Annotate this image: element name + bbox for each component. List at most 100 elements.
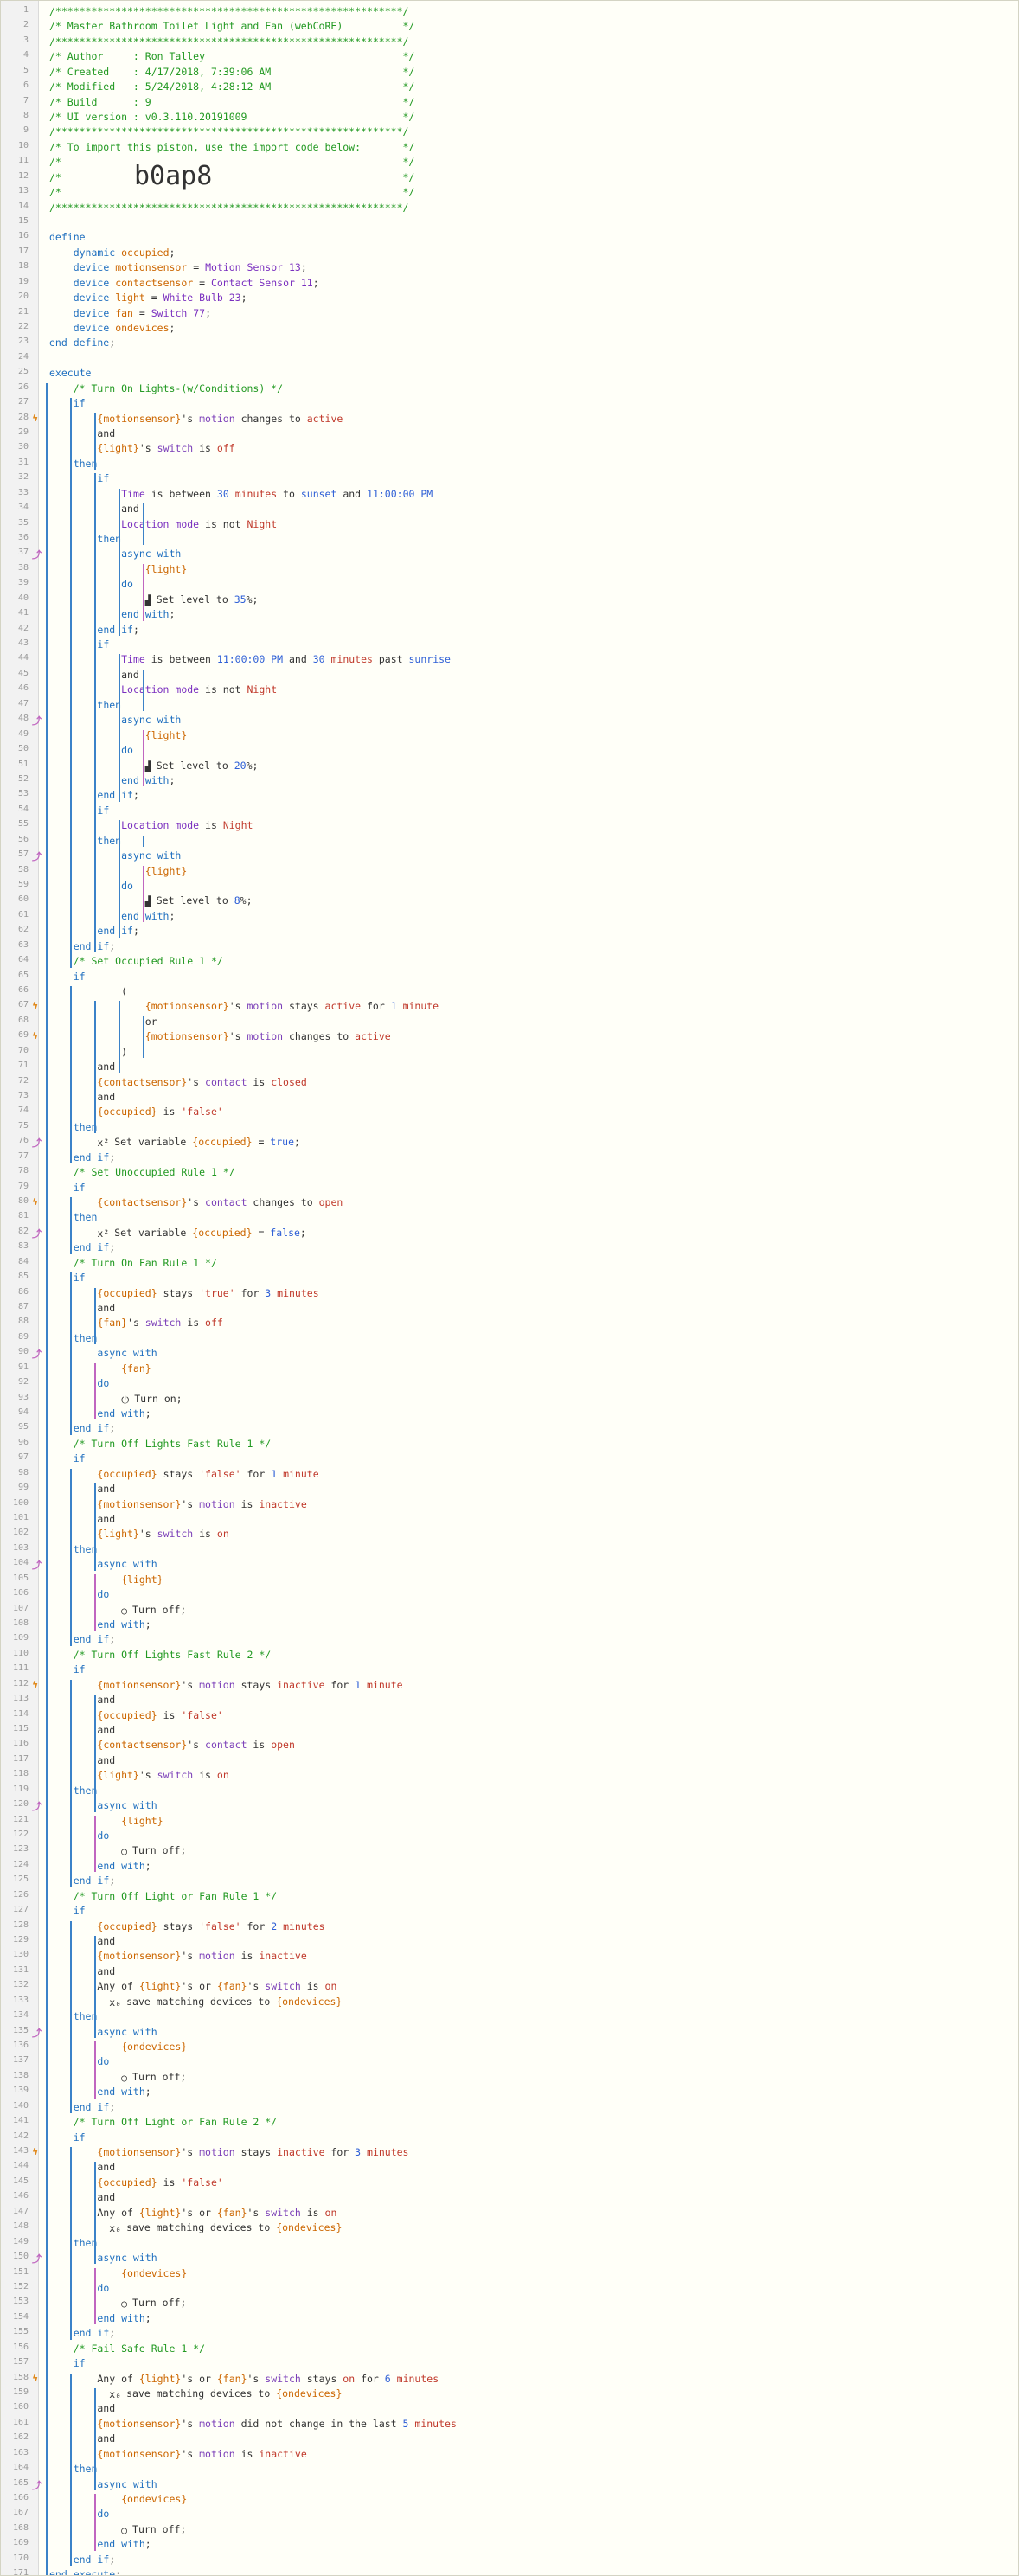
code-line[interactable]: device fan = Switch 77; [49, 306, 211, 321]
code-line[interactable]: /* Author : Ron Talley */ [49, 49, 414, 64]
code-line[interactable]: {contactsensor}'s contact is open [49, 1738, 295, 1753]
code-line[interactable]: end if; [49, 939, 115, 954]
code-line[interactable]: {motionsensor}'s motion stays inactive f… [49, 1678, 402, 1693]
code-line[interactable]: and [49, 1934, 115, 1949]
code-line[interactable]: and [49, 1964, 115, 1979]
code-line[interactable]: if [49, 638, 109, 652]
code-line[interactable]: if [49, 1663, 86, 1677]
code-line[interactable]: define [49, 230, 86, 245]
code-line[interactable]: async with [49, 2025, 157, 2040]
code-line[interactable]: async with [49, 1557, 157, 1572]
code-line[interactable]: end if; [49, 2553, 115, 2567]
code-line[interactable]: and [49, 426, 115, 441]
code-line[interactable]: end with; [49, 2311, 151, 2326]
code-line[interactable]: /* Created : 4/17/2018, 7:39:06 AM */ [49, 65, 414, 80]
code-line[interactable]: {light} [49, 1814, 163, 1829]
code-line[interactable]: do [49, 743, 133, 758]
code-line[interactable]: and [49, 2190, 115, 2205]
code-line[interactable]: device light = White Bulb 23; [49, 291, 247, 305]
code-line[interactable]: then [49, 1542, 98, 1557]
code-line[interactable]: if [49, 1904, 86, 1919]
code-line[interactable]: and [49, 1753, 115, 1768]
code-line[interactable]: device motionsensor = Motion Sensor 13; [49, 260, 307, 275]
code-line[interactable]: async with [49, 713, 181, 727]
code-line[interactable]: and [49, 1090, 115, 1105]
code-line[interactable]: x₀ save matching devices to {ondevices} [49, 2387, 342, 2402]
code-line[interactable]: Time is between 11:00:00 PM and 30 minut… [49, 652, 451, 667]
code-line[interactable]: device ondevices; [49, 321, 176, 336]
code-line[interactable]: /* */ [49, 170, 414, 185]
code-line[interactable]: {light}'s switch is on [49, 1768, 228, 1783]
code-line[interactable]: async with [49, 547, 181, 561]
code-line[interactable]: then [49, 1331, 98, 1346]
code-line[interactable]: if [49, 2131, 86, 2145]
code-line[interactable]: {light} [49, 1573, 163, 1587]
code-line[interactable]: then [49, 2462, 98, 2477]
code-line[interactable]: and [49, 1482, 115, 1496]
code-line[interactable]: /* UI version : v0.3.110.20191009 */ [49, 110, 414, 125]
code-line[interactable]: end if; [49, 2100, 115, 2115]
code-line[interactable]: {motionsensor}'s motion stays active for… [49, 999, 439, 1014]
code-line[interactable]: {occupied} is 'false' [49, 1708, 222, 1723]
code-line[interactable]: {motionsensor}'s motion is inactive [49, 2447, 306, 2462]
code-line[interactable]: ▟ Set level to 8%; [49, 894, 253, 909]
code-line[interactable]: then [49, 457, 98, 471]
code-line[interactable]: do [49, 1587, 109, 1602]
code-line[interactable]: and [49, 1693, 115, 1708]
code-line[interactable]: end execute; [49, 2567, 121, 2575]
code-line[interactable]: /* Master Bathroom Toilet Light and Fan … [49, 19, 414, 34]
code-line[interactable]: Location mode is not Night [49, 517, 277, 532]
code-line[interactable]: do [49, 2281, 109, 2296]
code-line[interactable]: {occupied} stays 'true' for 3 minutes [49, 1286, 318, 1301]
code-line[interactable]: /* Turn Off Lights Fast Rule 1 */ [49, 1437, 271, 1451]
code-line[interactable]: and [49, 1301, 115, 1316]
code-line[interactable]: device contactsensor = Contact Sensor 11… [49, 276, 319, 291]
code-line[interactable]: x₀ save matching devices to {ondevices} [49, 1995, 342, 2010]
code-line[interactable]: /* */ [49, 155, 414, 170]
code-line[interactable]: x² Set variable {occupied} = false; [49, 1226, 305, 1241]
code-line[interactable]: end with; [49, 909, 175, 924]
code-line[interactable]: {motionsensor}'s motion stays inactive f… [49, 2145, 408, 2160]
code-line[interactable]: end with; [49, 607, 175, 622]
code-line[interactable]: end if; [49, 1150, 115, 1165]
code-line[interactable]: and [49, 1060, 115, 1074]
code-line[interactable]: and [49, 2432, 115, 2446]
code-line[interactable]: {light}'s switch is off [49, 441, 234, 456]
code-line[interactable]: /* Set Occupied Rule 1 */ [49, 954, 223, 969]
code-line[interactable]: end with; [49, 1859, 151, 1874]
code-line[interactable]: if [49, 1451, 86, 1466]
code-line[interactable]: {fan}'s switch is off [49, 1316, 222, 1330]
code-line[interactable]: Any of {light}'s or {fan}'s switch stays… [49, 2372, 439, 2387]
code-line[interactable]: if [49, 1181, 86, 1195]
code-line[interactable]: x₀ save matching devices to {ondevices} [49, 2220, 342, 2236]
code-line[interactable]: {fan} [49, 1362, 151, 1376]
code-line[interactable]: Any of {light}'s or {fan}'s switch is on [49, 2206, 336, 2220]
code-line[interactable]: if [49, 970, 86, 984]
code-line[interactable]: ( [49, 984, 127, 999]
code-line[interactable]: end with; [49, 1407, 151, 1421]
code-line[interactable]: if [49, 2356, 86, 2371]
code-line[interactable]: /* Turn On Lights-(w/Conditions) */ [49, 381, 283, 396]
code-line[interactable]: then [49, 2009, 98, 2024]
code-line[interactable]: /* Fail Safe Rule 1 */ [49, 2342, 205, 2356]
code-line[interactable]: /* Build : 9 */ [49, 95, 414, 110]
code-line[interactable]: if [49, 396, 86, 411]
code-line[interactable]: then [49, 2236, 98, 2251]
code-line[interactable]: {motionsensor}'s motion changes to activ… [49, 1029, 391, 1044]
code-line[interactable]: Time is between 30 minutes to sunset and… [49, 487, 433, 502]
code-line[interactable]: /* Set Unoccupied Rule 1 */ [49, 1165, 235, 1180]
code-line[interactable]: dynamic occupied; [49, 246, 176, 260]
code-line[interactable]: /* Turn On Fan Rule 1 */ [49, 1256, 217, 1271]
code-line[interactable]: do [49, 577, 133, 592]
code-line[interactable]: end with; [49, 2085, 151, 2099]
code-line[interactable]: end with; [49, 773, 175, 788]
code-line[interactable]: if [49, 804, 109, 818]
code-line[interactable]: {motionsensor}'s motion did not change i… [49, 2417, 456, 2432]
code-line[interactable]: x² Set variable {occupied} = true; [49, 1135, 300, 1150]
code-line[interactable]: end define; [49, 336, 115, 350]
code-line[interactable]: {occupied} stays 'false' for 1 minute [49, 1467, 318, 1482]
code-line[interactable]: ▟ Set level to 35%; [49, 593, 259, 608]
code-line[interactable]: end with; [49, 2537, 151, 2552]
code-line[interactable]: then [49, 1784, 98, 1798]
code-line[interactable]: async with [49, 1798, 157, 1813]
